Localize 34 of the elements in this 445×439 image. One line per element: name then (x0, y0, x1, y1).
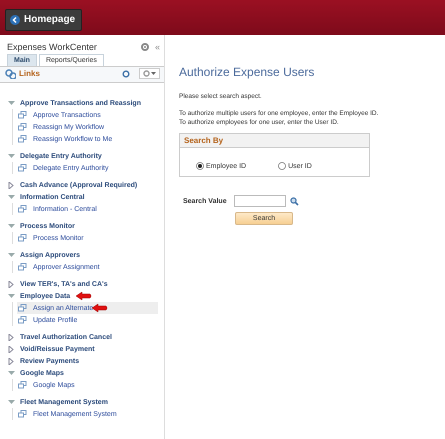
collapse-triangle-icon[interactable] (8, 153, 15, 159)
page-icon (18, 205, 27, 213)
expand-triangle-icon[interactable] (8, 358, 15, 364)
page-icon (18, 410, 27, 418)
expand-triangle-icon[interactable] (8, 334, 15, 340)
expand-triangle-icon[interactable] (8, 182, 15, 188)
links-title: Links (19, 69, 41, 78)
gear-icon (143, 70, 150, 77)
collapse-triangle-icon[interactable] (8, 100, 15, 106)
caret-icon (151, 71, 156, 76)
page-icon (18, 381, 27, 389)
expand-triangle-icon[interactable] (8, 346, 15, 352)
collapse-triangle-icon[interactable] (8, 370, 15, 376)
homepage-button[interactable]: Homepage (5, 8, 82, 30)
page-icon (18, 164, 27, 172)
settings-dropdown[interactable] (139, 68, 160, 79)
page-icon (18, 263, 27, 271)
page-icon (18, 234, 27, 242)
link-icon (5, 68, 16, 79)
panel-title: Search By (180, 134, 369, 148)
collapse-button[interactable]: « (154, 42, 160, 52)
collapse-triangle-icon[interactable] (8, 399, 15, 405)
page-title: Authorize Expense Users (179, 65, 316, 79)
back-icon (10, 14, 20, 24)
collapse-triangle-icon[interactable] (8, 194, 15, 200)
search-value-field[interactable] (234, 195, 286, 207)
settings-icon[interactable] (140, 43, 149, 51)
collapse-triangle-icon[interactable] (8, 223, 15, 229)
collapse-triangle-icon[interactable] (8, 293, 15, 299)
search-icon[interactable] (290, 196, 299, 206)
workcenter-title: Expenses WorkCenter (7, 42, 98, 52)
refresh-icon[interactable] (122, 70, 130, 78)
collapse-triangle-icon[interactable] (8, 252, 15, 258)
expand-triangle-icon[interactable] (8, 280, 15, 288)
